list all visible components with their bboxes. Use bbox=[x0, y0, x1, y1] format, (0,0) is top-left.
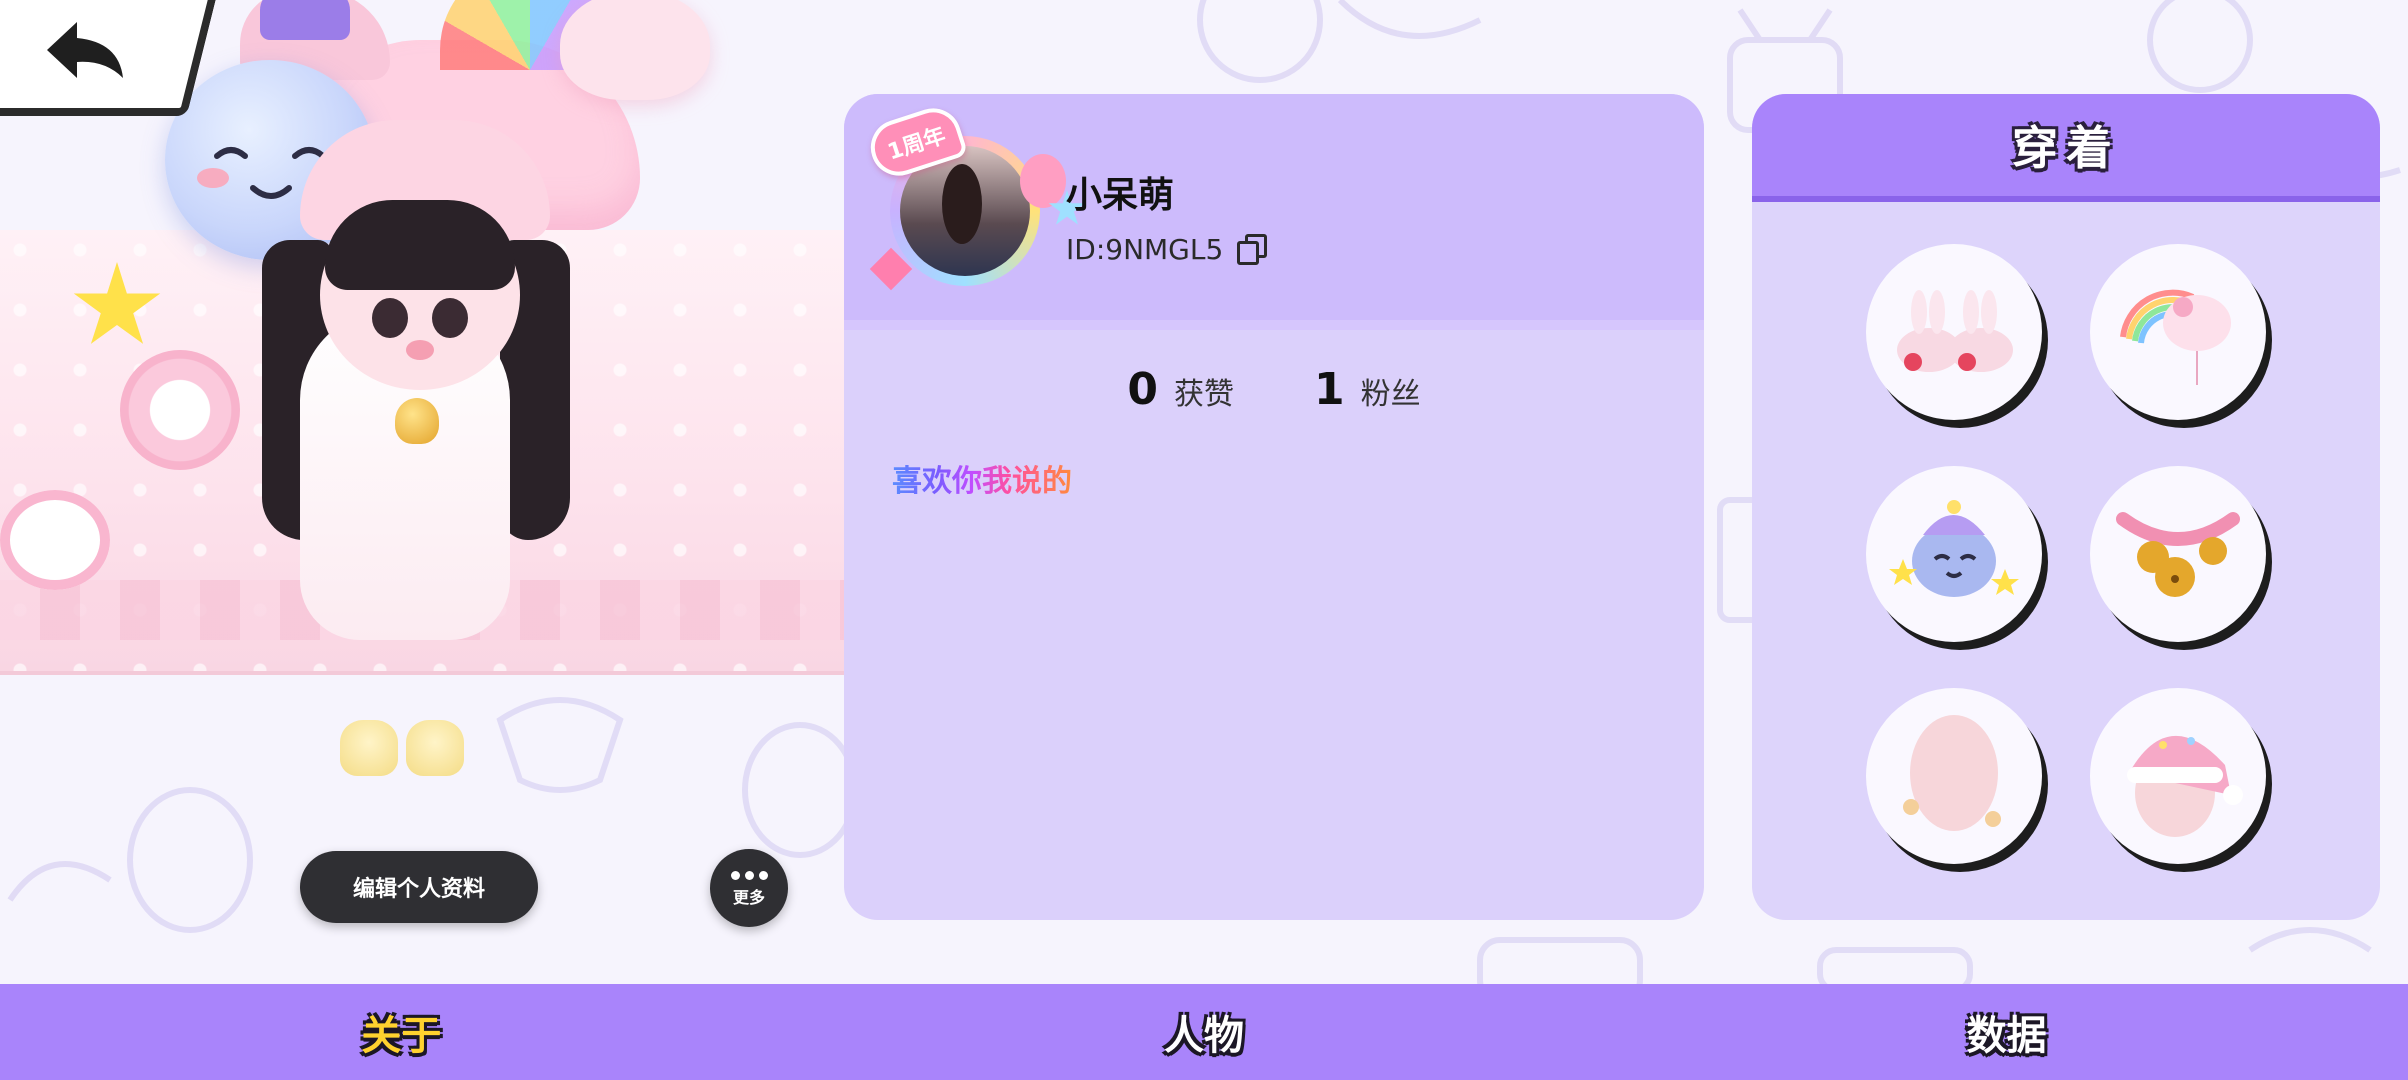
stat-likes-value: 0 bbox=[1127, 364, 1158, 415]
back-arrow-icon bbox=[46, 22, 123, 78]
moon-plush-icon bbox=[1889, 500, 2019, 597]
wearing-grid bbox=[1866, 244, 2266, 864]
wearing-header: 穿着 bbox=[1752, 94, 2380, 202]
face-base-icon bbox=[1903, 715, 2001, 831]
rosette-decor bbox=[120, 350, 240, 470]
edit-profile-button[interactable]: 编辑个人资料 bbox=[300, 851, 538, 923]
bell-collar-icon bbox=[2116, 512, 2240, 597]
copy-icon[interactable] bbox=[1235, 232, 1269, 266]
slippers-decor bbox=[340, 720, 470, 780]
tab-data[interactable]: 数据 bbox=[1605, 984, 2408, 1080]
balloon-decor bbox=[1020, 154, 1066, 208]
wearing-title: 穿着 bbox=[2012, 121, 2120, 175]
tab-character[interactable]: 人物 bbox=[803, 984, 1606, 1080]
user-id: ID:9NMGL5 bbox=[1066, 232, 1224, 266]
unicorn-balloon-decor bbox=[560, 0, 710, 100]
more-dots-icon bbox=[730, 870, 768, 880]
anniversary-badge-text: 1周年 bbox=[884, 123, 949, 166]
more-button[interactable]: 更多 bbox=[710, 849, 788, 927]
wear-item[interactable] bbox=[2090, 244, 2266, 420]
stat-followers[interactable]: 1 粉丝 bbox=[1314, 364, 1421, 415]
bio-text: 喜欢你我说的 bbox=[892, 456, 1072, 500]
username: 小呆萌 bbox=[1066, 175, 1175, 216]
user-id-row: ID:9NMGL5 bbox=[1066, 232, 1269, 266]
more-label: 更多 bbox=[732, 887, 765, 907]
pink-nightcap-icon bbox=[2127, 735, 2243, 837]
wear-item[interactable] bbox=[1866, 688, 2042, 864]
wear-item[interactable] bbox=[1866, 244, 2042, 420]
stat-likes-label: 获赞 bbox=[1174, 377, 1234, 412]
avatar-frame[interactable]: 1周年 bbox=[863, 101, 1086, 304]
bell-collar bbox=[395, 398, 439, 444]
profile-header: 1周年 小呆萌 ID:9NMGL5 bbox=[844, 94, 1704, 330]
stat-followers-value: 1 bbox=[1314, 364, 1345, 415]
wear-item[interactable] bbox=[2090, 688, 2266, 864]
back-button[interactable] bbox=[0, 0, 218, 116]
wear-item[interactable] bbox=[2090, 466, 2266, 642]
stat-likes[interactable]: 0 获赞 bbox=[1127, 364, 1234, 415]
rainbow-unicorn-balloon-icon bbox=[2120, 289, 2231, 385]
character-bangs bbox=[325, 200, 515, 290]
bunny-slippers-icon bbox=[1897, 290, 2013, 372]
stat-followers-label: 粉丝 bbox=[1360, 377, 1421, 412]
plush-toy bbox=[0, 490, 110, 590]
wearing-panel: 穿着 bbox=[1752, 94, 2380, 920]
profile-card: 1周年 小呆萌 ID:9NMGL5 0 获赞 1 粉丝 喜欢你我说的 bbox=[844, 94, 1704, 920]
edit-profile-label: 编辑个人资料 bbox=[352, 877, 485, 902]
wear-item[interactable] bbox=[1866, 466, 2042, 642]
stats-row: 0 获赞 1 粉丝 bbox=[844, 364, 1704, 415]
bottom-tab-bar: 关于 人物 数据 bbox=[0, 984, 2408, 1080]
tab-about[interactable]: 关于 bbox=[0, 984, 803, 1080]
